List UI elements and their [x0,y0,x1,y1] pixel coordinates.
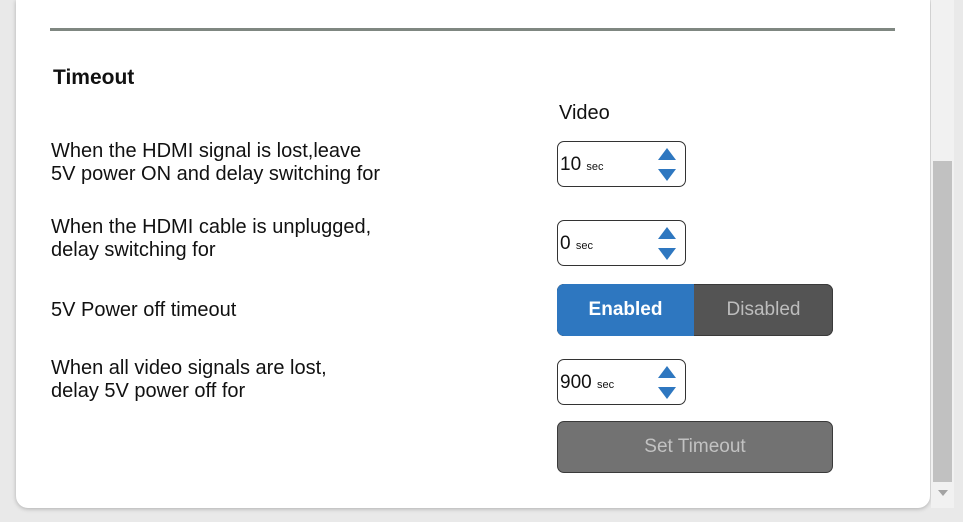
label-line: When all video signals are lost, [51,357,327,379]
power-off-timeout-toggle[interactable]: Enabled Disabled [557,284,833,336]
triangle-up-icon[interactable] [658,227,676,239]
scroll-down-arrow-icon[interactable] [938,490,948,496]
hdmi-signal-lost-delay-stepper[interactable]: 10 sec [557,141,686,187]
power-off-delay-stepper[interactable]: 900 sec [557,359,686,405]
stepper-value[interactable]: 0 sec [560,233,593,255]
label-line: delay 5V power off for [51,380,246,402]
power-off-timeout-label: 5V Power off timeout [51,299,237,321]
section-divider [50,28,895,31]
stepper-unit: sec [575,240,593,252]
enabled-option[interactable]: Enabled [557,284,694,336]
label-line: When the HDMI signal is lost,leave [51,140,362,162]
disabled-option[interactable]: Disabled [694,284,833,336]
label-line: 5V power ON and delay switching for [51,163,381,185]
triangle-up-icon[interactable] [658,366,676,378]
label-line: When the HDMI cable is unplugged, [51,216,372,238]
set-timeout-button[interactable]: Set Timeout [557,421,833,473]
stepper-value[interactable]: 900 sec [560,372,614,394]
label-line: delay switching for [51,239,216,261]
section-title: Timeout [53,66,135,89]
scrollbar-thumb[interactable] [933,161,952,482]
triangle-down-icon[interactable] [658,169,676,181]
stepper-unit: sec [596,379,615,391]
triangle-down-icon[interactable] [658,387,676,399]
stepper-number: 900 [560,372,592,393]
hdmi-cable-unplugged-label: When the HDMI cable is unplugged, delay … [51,216,371,262]
stepper-number: 0 [560,233,571,254]
stepper-unit: sec [586,161,604,173]
timeout-panel: Timeout Video When the HDMI signal is lo… [16,0,930,508]
video-signals-lost-label: When all video signals are lost, delay 5… [51,357,327,403]
vertical-scrollbar[interactable] [931,0,954,508]
hdmi-signal-lost-label: When the HDMI signal is lost,leave 5V po… [51,140,380,186]
triangle-down-icon[interactable] [658,248,676,260]
hdmi-cable-unplugged-delay-stepper[interactable]: 0 sec [557,220,686,266]
triangle-up-icon[interactable] [658,148,676,160]
stepper-number: 10 [560,154,582,175]
video-column-header: Video [559,102,610,124]
stepper-value[interactable]: 10 sec [560,154,604,176]
